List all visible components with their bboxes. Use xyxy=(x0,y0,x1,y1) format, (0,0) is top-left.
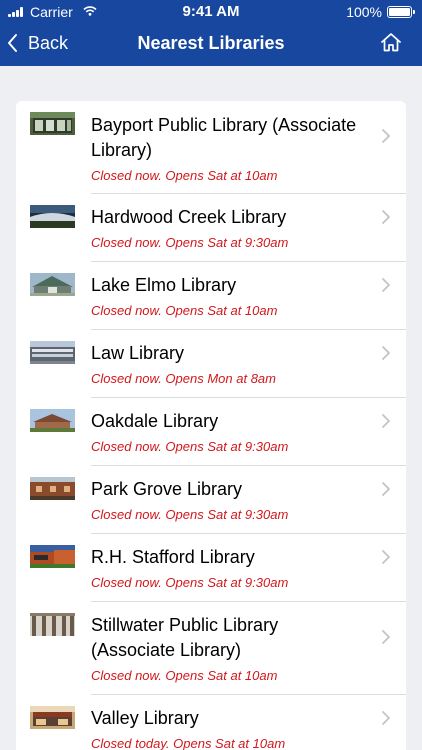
list-item[interactable]: Oakdale Library Closed now. Opens Sat at… xyxy=(16,398,406,466)
library-name: Lake Elmo Library xyxy=(91,275,237,295)
library-hours: Closed now. Opens Sat at 10am xyxy=(91,668,278,683)
chevron-right-icon xyxy=(382,346,390,360)
library-thumbnail xyxy=(30,112,75,135)
library-list: Bayport Public Library (Associate Librar… xyxy=(16,101,406,750)
library-name: R.H. Stafford Library xyxy=(91,547,255,567)
library-thumbnail xyxy=(30,205,75,228)
list-item[interactable]: Park Grove Library Closed now. Opens Sat… xyxy=(16,466,406,534)
list-item[interactable]: Stillwater Public Library (Associate Lib… xyxy=(16,602,406,695)
library-hours: Closed now. Opens Sat at 9:30am xyxy=(91,235,289,250)
chevron-right-icon xyxy=(382,278,390,292)
library-thumbnail xyxy=(30,706,75,729)
library-thumbnail xyxy=(30,477,75,500)
library-hours: Closed now. Opens Mon at 8am xyxy=(91,371,276,386)
list-item[interactable]: Bayport Public Library (Associate Librar… xyxy=(16,101,406,194)
library-name: Bayport Public Library (Associate Librar… xyxy=(91,115,357,160)
library-name: Oakdale Library xyxy=(91,411,219,431)
list-item[interactable]: Lake Elmo Library Closed now. Opens Sat … xyxy=(16,262,406,330)
library-hours: Closed now. Opens Sat at 9:30am xyxy=(91,507,289,522)
library-name: Park Grove Library xyxy=(91,479,243,499)
chevron-right-icon xyxy=(382,711,390,725)
library-hours: Closed today. Opens Sat at 10am xyxy=(91,736,286,750)
library-hours: Closed now. Opens Sat at 9:30am xyxy=(91,439,289,454)
library-name: Valley Library xyxy=(91,708,199,728)
library-thumbnail xyxy=(30,273,75,296)
library-thumbnail xyxy=(30,613,75,636)
library-thumbnail xyxy=(30,545,75,568)
library-hours: Closed now. Opens Sat at 10am xyxy=(91,168,278,183)
library-hours: Closed now. Opens Sat at 10am xyxy=(91,303,278,318)
chevron-right-icon xyxy=(382,129,390,143)
back-label: Back xyxy=(28,32,69,53)
library-thumbnail xyxy=(30,341,75,364)
chevron-right-icon xyxy=(382,630,390,644)
home-icon[interactable] xyxy=(380,31,402,53)
chevron-left-icon xyxy=(8,34,17,52)
list-item[interactable]: Hardwood Creek Library Closed now. Opens… xyxy=(16,194,406,262)
list-item[interactable]: Valley Library Closed today. Opens Sat a… xyxy=(16,695,406,750)
back-button[interactable]: Back xyxy=(6,30,68,56)
battery-icon xyxy=(387,6,415,18)
library-hours: Closed now. Opens Sat at 9:30am xyxy=(91,575,289,590)
list-item[interactable]: Law Library Closed now. Opens Mon at 8am xyxy=(16,330,406,398)
navigation-header: Carrier 9:41 AM 100% Back Nearest Librar… xyxy=(0,0,422,66)
list-item[interactable]: R.H. Stafford Library Closed now. Opens … xyxy=(16,534,406,602)
chevron-right-icon xyxy=(382,210,390,224)
library-name: Hardwood Creek Library xyxy=(91,207,287,227)
chevron-right-icon xyxy=(382,482,390,496)
battery-percentage: 100% xyxy=(346,4,382,20)
library-name: Law Library xyxy=(91,343,185,363)
library-thumbnail xyxy=(30,409,75,432)
chevron-right-icon xyxy=(382,414,390,428)
status-bar: Carrier 9:41 AM 100% xyxy=(0,0,422,22)
chevron-right-icon xyxy=(382,550,390,564)
library-name: Stillwater Public Library (Associate Lib… xyxy=(91,615,279,660)
